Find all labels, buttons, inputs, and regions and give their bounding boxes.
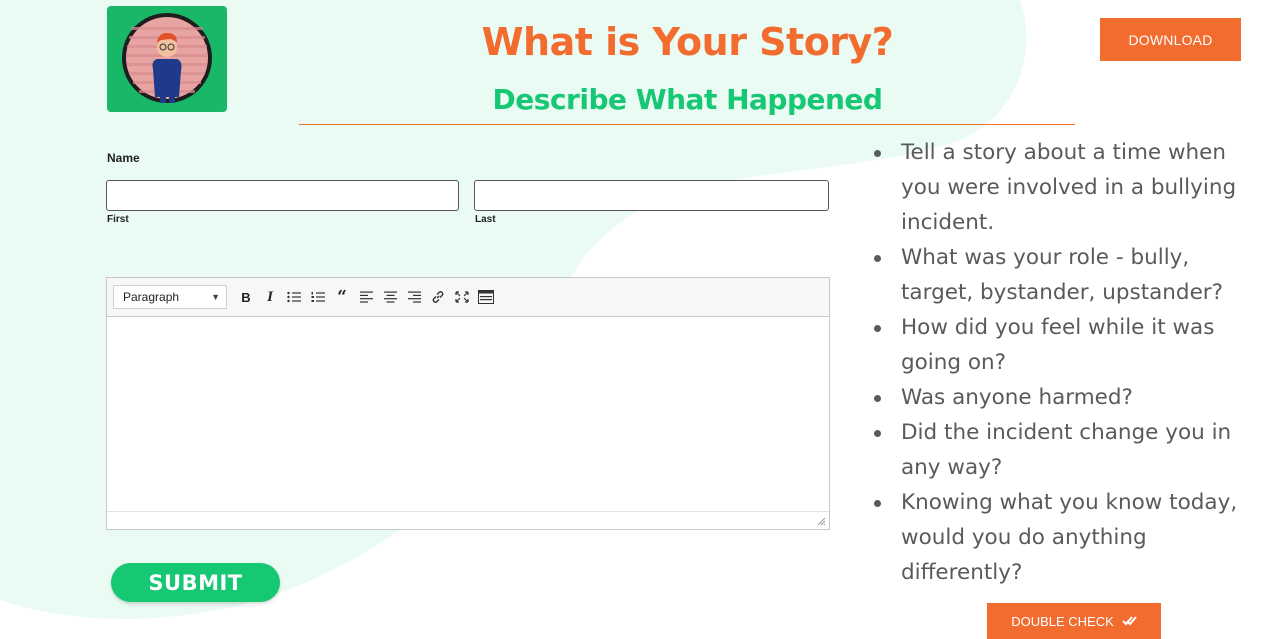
last-name-label: Last [475, 214, 496, 225]
align-center-icon[interactable] [379, 285, 401, 309]
resize-handle-icon[interactable] [817, 517, 826, 526]
editor-toolbar: Paragraph ▼ B I “ [107, 278, 829, 317]
name-label: Name [107, 151, 140, 165]
double-check-icon [1122, 616, 1137, 626]
submit-button[interactable]: SUBMIT [111, 563, 280, 602]
fullscreen-icon[interactable] [451, 285, 473, 309]
toolbar-toggle-icon[interactable] [475, 285, 497, 309]
last-name-input[interactable] [474, 180, 829, 211]
link-icon[interactable] [427, 285, 449, 309]
paragraph-format-select[interactable]: Paragraph ▼ [113, 285, 227, 309]
list-item: Knowing what you know today, would you d… [872, 485, 1266, 590]
blockquote-icon[interactable]: “ [331, 285, 353, 309]
list-item: Was anyone harmed? [872, 380, 1266, 415]
numbered-list-icon[interactable] [307, 285, 329, 309]
italic-icon[interactable]: I [259, 285, 281, 309]
avatar [107, 6, 227, 112]
page-title: What is Your Story? [481, 20, 894, 64]
editor-text-area[interactable] [107, 317, 829, 511]
page-subtitle: Describe What Happened [492, 83, 883, 116]
list-item: What was your role - bully, target, byst… [872, 240, 1266, 310]
title-divider [299, 124, 1075, 125]
story-prompts-list: Tell a story about a time when you were … [872, 135, 1266, 590]
format-select-value: Paragraph [123, 290, 180, 304]
first-name-label: First [107, 214, 129, 225]
list-item: How did you feel while it was going on? [872, 310, 1266, 380]
align-right-icon[interactable] [403, 285, 425, 309]
list-item: Tell a story about a time when you were … [872, 135, 1266, 240]
editor-statusbar [107, 511, 829, 528]
first-name-input[interactable] [106, 180, 459, 211]
double-check-label: DOUBLE CHECK [1011, 613, 1114, 629]
list-item: Did the incident change you in any way? [872, 415, 1266, 485]
download-button[interactable]: DOWNLOAD [1100, 18, 1241, 61]
chevron-down-icon: ▼ [211, 292, 220, 302]
rich-text-editor: Paragraph ▼ B I “ [106, 277, 830, 530]
bullet-list-icon[interactable] [283, 285, 305, 309]
double-check-button[interactable]: DOUBLE CHECK [987, 603, 1161, 639]
align-left-icon[interactable] [355, 285, 377, 309]
bold-icon[interactable]: B [235, 285, 257, 309]
